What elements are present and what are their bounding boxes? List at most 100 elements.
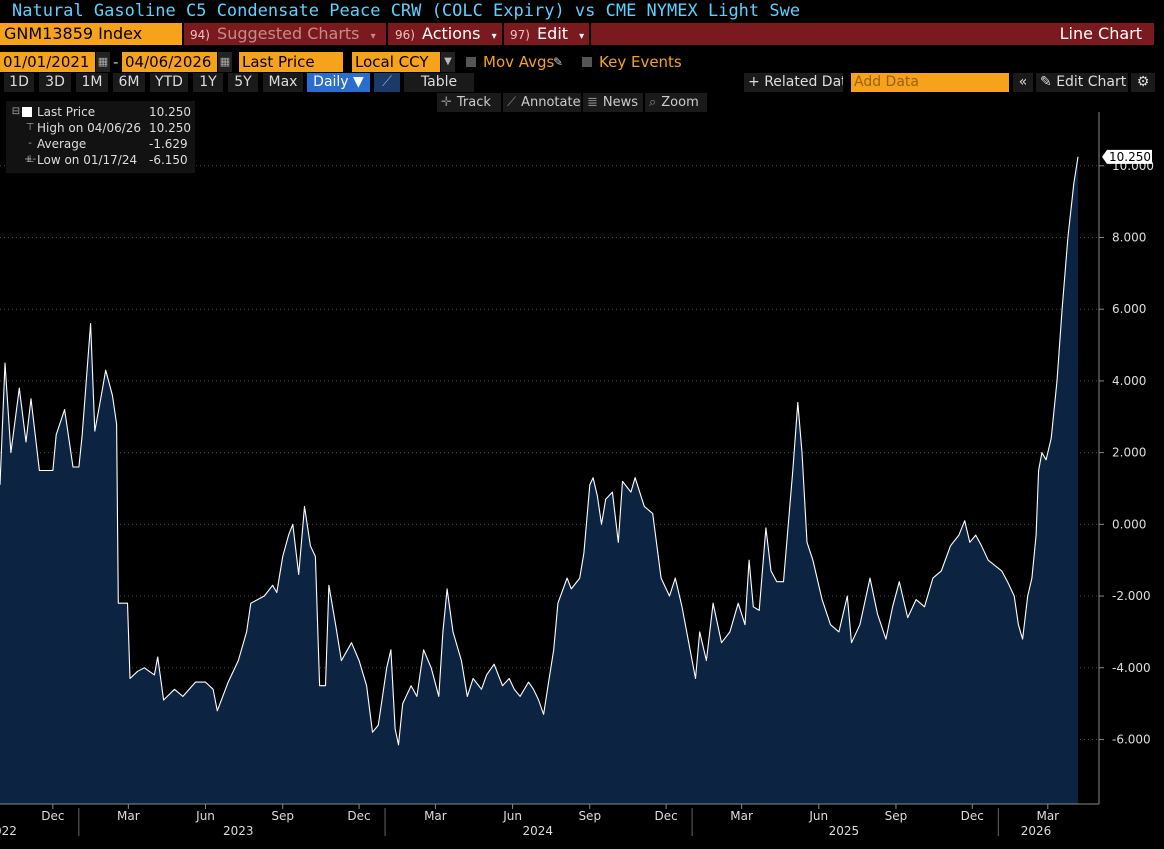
calendar-icon[interactable]: ▦ — [96, 52, 110, 72]
field-select[interactable]: Last Price — [239, 52, 343, 72]
table-button[interactable]: Table — [404, 73, 474, 92]
related-data-button[interactable]: + Related Data — [744, 73, 843, 92]
y-tick-label: -2.000 — [1112, 589, 1151, 603]
legend-last-price: ⊟ Last Price 10.250 — [6, 104, 195, 120]
add-data-input[interactable]: Add Data — [851, 73, 1009, 92]
x-tick-label: Dec — [41, 809, 64, 823]
annotate-tool[interactable]: ⟋ Annotate — [503, 93, 581, 112]
news-tool[interactable]: ≣ News — [583, 93, 643, 112]
x-year-label: 2025 — [829, 824, 860, 838]
period-max-button[interactable]: Max — [263, 73, 303, 92]
x-tick-label: Sep — [578, 809, 601, 823]
actions-number: 96) — [395, 28, 415, 42]
suggested-charts-label: Suggested Charts — [217, 24, 360, 43]
chart-type-label: Line Chart — [1059, 24, 1142, 43]
x-tick-label: Sep — [271, 809, 294, 823]
legend-average-label: Average — [37, 137, 87, 151]
x-tick-label: Mar — [1036, 809, 1059, 823]
legend-average-value: -1.629 — [149, 137, 188, 151]
period-5y-button[interactable]: 5Y — [228, 73, 258, 92]
x-year-label: 2024 — [522, 824, 553, 838]
x-year-label: 2026 — [1021, 824, 1052, 838]
menu-divider — [589, 23, 591, 45]
zoom-tool[interactable]: ⌕ Zoom — [645, 93, 707, 112]
range-bar: 01/01/2021 ▦ - 04/06/2026 ▦ Last Price L… — [0, 50, 1164, 72]
track-tool[interactable]: ✛ Track — [437, 93, 501, 112]
period-bar: 1D 3D 1M 6M YTD 1Y 5Y Max Daily ▼ ⟋ Tabl… — [0, 72, 1164, 92]
period-ytd-button[interactable]: YTD — [150, 73, 188, 92]
high-marker-icon: ⊤ — [25, 122, 35, 133]
key-events-label: Key Events — [599, 53, 682, 71]
ticker-field[interactable]: GNM13859 Index — [0, 23, 182, 45]
news-icon: ≣ — [587, 95, 598, 110]
actions-menu[interactable]: 96) Actions ▾ — [395, 23, 497, 45]
edit-label: Edit — [537, 24, 569, 43]
window-title: Natural Gasoline C5 Condensate Peace CRW… — [0, 0, 1164, 22]
date-separator: - — [113, 53, 119, 71]
x-tick-label: Jun — [502, 809, 522, 823]
x-tick-label: Dec — [347, 809, 370, 823]
x-tick-label: Dec — [961, 809, 984, 823]
edit-number: 97) — [510, 28, 530, 42]
legend-last-value: 10.250 — [149, 105, 191, 119]
series-area — [0, 156, 1078, 805]
legend-high: ⊤ High on 04/06/26 10.250 — [6, 120, 195, 136]
collapse-icon[interactable]: ⊟ — [10, 104, 22, 120]
pencil-icon: ✎ — [1040, 74, 1057, 90]
price-chart[interactable]: 10.0008.0006.0004.0002.0000.000-2.000-4.… — [0, 112, 1164, 849]
currency-select[interactable]: Local CCY — [352, 52, 440, 72]
x-tick-label: Mar — [730, 809, 753, 823]
start-date-input[interactable]: 01/01/2021 — [0, 52, 95, 72]
command-bar: GNM13859 Index 94) Suggested Charts ▾ 96… — [0, 22, 1164, 46]
y-tick-label: -4.000 — [1112, 661, 1151, 675]
menu-divider — [386, 23, 388, 45]
legend-low: ⊥ Low on 01/17/24 -6.150 — [6, 152, 195, 168]
legend-average: -+- Average -1.629 — [6, 136, 195, 165]
period-6m-button[interactable]: 6M — [113, 73, 145, 92]
magnifier-icon: ⌕ — [649, 95, 657, 110]
edit-menu[interactable]: 97) Edit ▾ — [510, 23, 584, 45]
x-tick-label: Sep — [885, 809, 908, 823]
period-1y-button[interactable]: 1Y — [193, 73, 223, 92]
chevron-down-icon: ▾ — [579, 31, 585, 42]
key-events-checkbox[interactable] — [582, 57, 592, 67]
calendar-icon[interactable]: ▦ — [218, 52, 232, 72]
x-tick-label: Dec — [654, 809, 677, 823]
chevron-down-icon: ▾ — [370, 31, 376, 42]
period-3d-button[interactable]: 3D — [39, 73, 71, 92]
track-label: Track — [456, 95, 491, 110]
related-data-label: Related Data — [764, 74, 843, 90]
last-value-label: 10.250 — [1109, 150, 1151, 164]
zoom-label: Zoom — [661, 95, 699, 110]
edit-chart-label: Edit Chart — [1056, 74, 1127, 90]
collapse-icon[interactable]: « — [1013, 73, 1033, 92]
x-tick-label: Mar — [117, 809, 140, 823]
mov-avgs-checkbox[interactable] — [466, 57, 476, 67]
x-tick-label: Jun — [195, 809, 215, 823]
menu-divider — [502, 23, 504, 45]
y-tick-label: 2.000 — [1112, 446, 1146, 460]
legend-high-label: High on 04/06/26 — [37, 121, 142, 135]
y-tick-label: 0.000 — [1112, 517, 1146, 531]
y-tick-label: 6.000 — [1112, 302, 1146, 316]
y-tick-label: 8.000 — [1112, 230, 1146, 244]
pencil-icon[interactable]: ✎ — [553, 52, 563, 72]
period-1m-button[interactable]: 1M — [76, 73, 108, 92]
frequency-select[interactable]: Daily ▼ — [307, 73, 370, 92]
x-year-label: 2023 — [223, 824, 254, 838]
suggested-charts-menu[interactable]: 94) Suggested Charts ▾ — [190, 23, 376, 45]
actions-label: Actions — [422, 24, 481, 43]
chevron-down-icon: ▾ — [491, 31, 497, 42]
line-chart-icon[interactable]: ⟋ — [374, 73, 400, 92]
x-tick-label: Jun — [808, 809, 828, 823]
plus-icon: + — [748, 74, 765, 90]
end-date-input[interactable]: 04/06/2026 — [122, 52, 217, 72]
pencil-icon: ⟋ — [507, 95, 517, 110]
news-label: News — [602, 95, 639, 110]
crosshair-icon: ✛ — [441, 95, 452, 110]
chevron-down-icon[interactable]: ▼ — [441, 52, 455, 72]
legend-last-label: Last Price — [37, 105, 96, 119]
gear-icon[interactable]: ⚙ — [1131, 73, 1155, 92]
period-1d-button[interactable]: 1D — [4, 73, 34, 92]
edit-chart-button[interactable]: ✎ Edit Chart — [1036, 73, 1128, 92]
